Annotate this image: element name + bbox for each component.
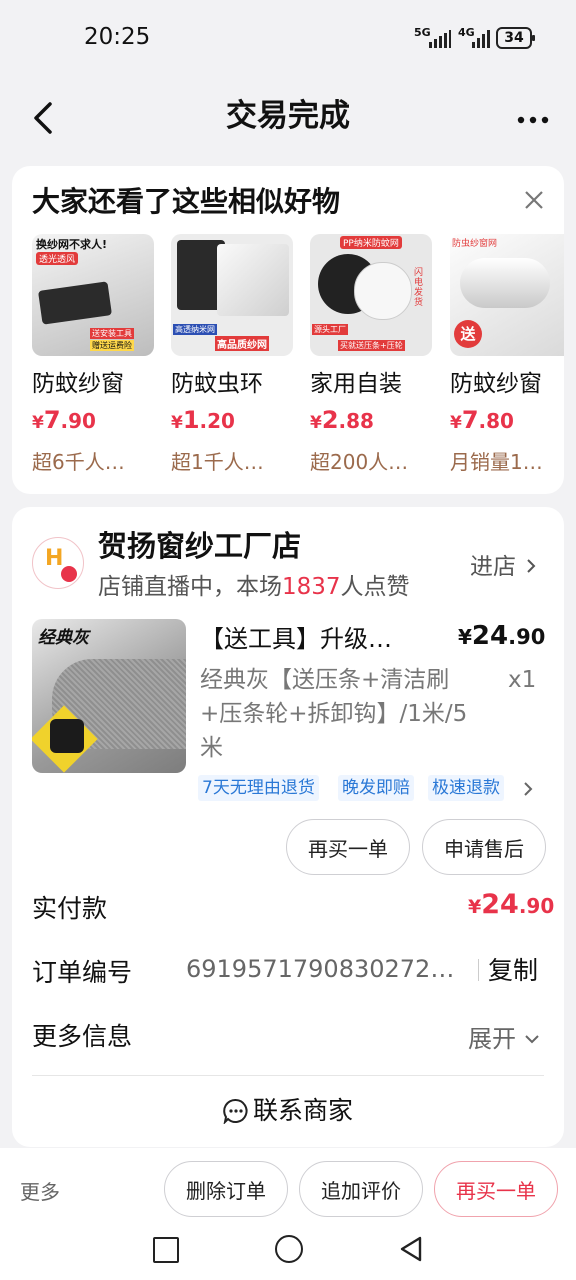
product-image: 高透纳米网 高品质纱网	[171, 234, 293, 356]
paid-label: 实付款	[32, 894, 108, 923]
product-image: 防虫纱窗网 送	[450, 234, 564, 356]
recommend-item-name: 防蚊纱窗	[32, 371, 124, 397]
product-image: PP纳米防蚊网 闪电发货 源头工厂 买就送压条+压轮	[310, 234, 432, 356]
paid-amount: ¥24.90	[468, 889, 555, 920]
bottom-action-bar: 更多 删除订单 追加评价 再买一单	[0, 1148, 576, 1228]
tags-chevron-icon[interactable]	[522, 780, 534, 802]
recommend-item-sales: 超200人…	[310, 450, 409, 474]
header: 交易完成	[0, 78, 576, 160]
status-bar: 20:25 5G 4G 34	[0, 0, 576, 78]
recommend-title: 大家还看了这些相似好物	[32, 185, 341, 218]
product-price: ¥24.90	[458, 621, 546, 651]
contact-merchant-button[interactable]: 联系商家	[12, 1091, 564, 1135]
tag-late-compensation: 晚发即赔	[338, 775, 414, 801]
divider	[32, 1075, 544, 1076]
tag-fast-refund: 极速退款	[428, 775, 504, 801]
chat-icon	[223, 1098, 248, 1126]
add-review-button[interactable]: 追加评价	[299, 1161, 423, 1217]
product-title[interactable]: 【送工具】升级…	[200, 619, 432, 654]
tag-7day-return: 7天无理由退货	[198, 775, 319, 801]
recommend-item-sales: 超6千人…	[32, 450, 125, 474]
more-button[interactable]: 更多	[20, 1176, 60, 1205]
recommend-item-name: 家用自装	[310, 371, 402, 397]
shop-name[interactable]: 贺扬窗纱工厂店	[98, 523, 301, 565]
rebuy-button[interactable]: 再买一单	[286, 819, 410, 875]
recommend-item-sales: 超1千人…	[171, 450, 264, 474]
recommend-item-name: 防蚊虫环	[171, 371, 263, 397]
order-no-label: 订单编号	[32, 958, 133, 987]
battery-icon: 34	[496, 27, 535, 49]
live-count: 1837	[282, 574, 341, 600]
divider	[478, 959, 479, 981]
home-icon[interactable]	[275, 1235, 303, 1263]
delete-order-button[interactable]: 删除订单	[164, 1161, 288, 1217]
recommend-item-price: ¥1.20	[171, 406, 235, 434]
page-title: 交易完成	[226, 98, 350, 134]
recommend-item[interactable]: 高透纳米网 高品质纱网 防蚊虫环 ¥1.20 超1千人…	[171, 234, 295, 484]
signal-5g-icon: 5G	[414, 26, 452, 50]
recommend-card: 大家还看了这些相似好物 换纱网不求人! 透光透风 送安装工具 赠送运费险 防蚊纱…	[12, 166, 564, 494]
shop-live-status: 店铺直播中，本场1837人点赞	[98, 574, 410, 600]
product-qty: x1	[508, 667, 537, 693]
recommend-item-price: ¥2.88	[310, 406, 374, 434]
product-spec: 经典灰【送压条+清洁刷+压条轮+拆卸钩】/1米/5米	[200, 667, 468, 761]
recommend-item[interactable]: PP纳米防蚊网 闪电发货 源头工厂 买就送压条+压轮 家用自装 ¥2.88 超2…	[310, 234, 434, 484]
back-nav-icon[interactable]	[398, 1235, 424, 1267]
recommend-item-price: ¥7.80	[450, 406, 514, 434]
recommend-item-name: 防蚊纱窗	[450, 371, 542, 397]
enter-shop-button[interactable]: 进店	[470, 547, 537, 581]
recommend-item[interactable]: 防虫纱窗网 送 防蚊纱窗 ¥7.80 月销量1…	[450, 234, 564, 484]
more-menu-icon[interactable]	[516, 110, 550, 124]
copy-button[interactable]: 复制	[488, 951, 538, 987]
chevron-right-icon	[527, 559, 536, 573]
order-card: H 贺扬窗纱工厂店 店铺直播中，本场1837人点赞 进店 经典灰 【送工具】升级…	[12, 507, 564, 1147]
rebuy-bottom-button[interactable]: 再买一单	[434, 1161, 558, 1217]
more-info-label: 更多信息	[32, 1022, 133, 1051]
product-image: 换纱网不求人! 透光透风 送安装工具 赠送运费险	[32, 234, 154, 356]
recommend-item[interactable]: 换纱网不求人! 透光透风 送安装工具 赠送运费险 防蚊纱窗 ¥7.90 超6千人…	[32, 234, 156, 484]
recents-icon[interactable]	[153, 1237, 179, 1263]
after-sale-button[interactable]: 申请售后	[422, 819, 546, 875]
product-thumbnail[interactable]: 经典灰	[32, 619, 186, 773]
shop-logo[interactable]: H	[32, 537, 84, 589]
signal-4g-icon: 4G	[458, 26, 490, 50]
recommend-item-price: ¥7.90	[32, 406, 96, 434]
status-time: 20:25	[84, 24, 151, 50]
expand-button[interactable]: 展开	[468, 1019, 540, 1054]
recommend-item-sales: 月销量1…	[450, 450, 543, 474]
order-no-value: 6919571790830272…	[186, 955, 455, 983]
close-icon[interactable]	[522, 188, 546, 212]
system-nav-bar	[0, 1228, 576, 1280]
chevron-down-icon	[524, 1035, 539, 1044]
